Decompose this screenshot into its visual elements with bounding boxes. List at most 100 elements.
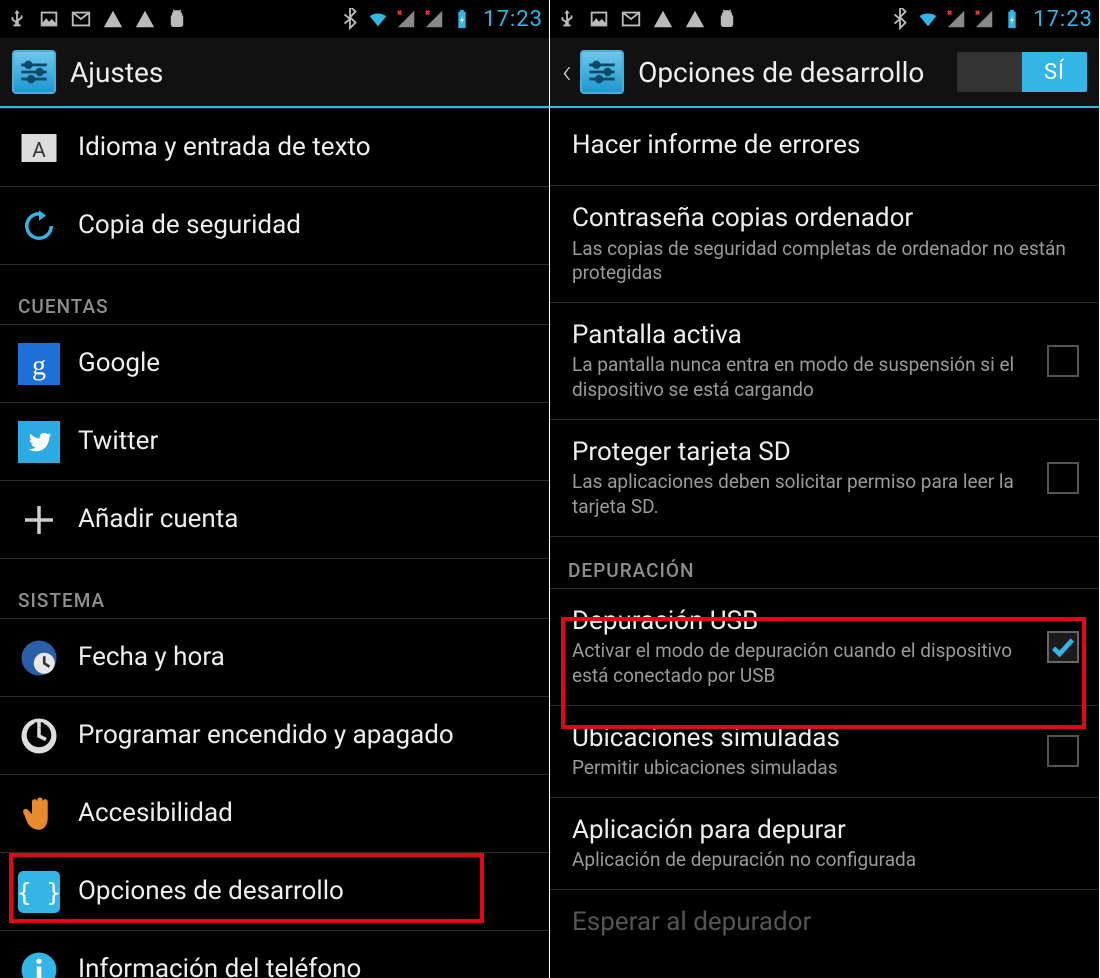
section-accounts: CUENTAS	[0, 265, 549, 325]
row-label: Información del teléfono	[78, 953, 361, 978]
wifi-icon	[367, 8, 389, 30]
android-icon	[716, 8, 738, 30]
clock: 17:23	[1033, 7, 1093, 32]
warning-icon	[102, 8, 124, 30]
row-backup-password[interactable]: Contraseña copias ordenador Las copias d…	[550, 186, 1099, 303]
row-label: Programar encendido y apagado	[78, 719, 454, 753]
section-debug: DEPURACIÓN	[550, 537, 1099, 589]
svg-text:{ }: { }	[18, 877, 60, 906]
row-bug-report[interactable]: Hacer informe de errores	[550, 108, 1099, 186]
braces-icon: { }	[18, 871, 60, 913]
row-google[interactable]: g Google	[0, 325, 549, 403]
info-icon	[18, 949, 60, 978]
clock: 17:23	[483, 7, 543, 32]
phone-left: 17:23 Ajustes A Idioma y entrada de text…	[0, 0, 550, 978]
row-title: Proteger tarjeta SD	[572, 436, 1035, 469]
row-title: Pantalla activa	[572, 319, 1035, 352]
settings-app-icon[interactable]	[580, 50, 624, 94]
row-title: Ubicaciones simuladas	[572, 722, 1035, 755]
row-subtitle: Permitir ubicaciones simuladas	[572, 756, 1035, 781]
wifi-icon	[917, 8, 939, 30]
row-subtitle: La pantalla nunca entra en modo de suspe…	[572, 353, 1035, 402]
row-title: Contraseña copias ordenador	[572, 202, 1079, 235]
status-bar: 17:23	[0, 0, 549, 38]
image-icon	[38, 8, 60, 30]
row-label: Google	[78, 347, 160, 381]
row-phone-info[interactable]: Información del teléfono	[0, 931, 549, 978]
twitter-icon	[18, 421, 60, 463]
row-dev-options[interactable]: { } Opciones de desarrollo	[0, 853, 549, 931]
signal-no-sim-icon	[395, 8, 417, 30]
row-stay-awake[interactable]: Pantalla activa La pantalla nunca entra …	[550, 303, 1099, 420]
usb-icon	[556, 8, 578, 30]
section-system: SISTEMA	[0, 559, 549, 619]
row-add-account[interactable]: Añadir cuenta	[0, 481, 549, 559]
row-label: Opciones de desarrollo	[78, 875, 344, 909]
google-icon: g	[18, 343, 60, 385]
phone-right: 17:23 ‹ Opciones de desarrollo SÍ Hacer …	[550, 0, 1100, 978]
bluetooth-icon	[889, 8, 911, 30]
keyboard-icon: A	[18, 127, 60, 169]
page-title: Ajustes	[70, 56, 537, 89]
row-subtitle: Activar el modo de depuración cuando el …	[572, 639, 1035, 688]
checkbox[interactable]	[1047, 735, 1079, 767]
back-icon[interactable]: ‹	[562, 55, 572, 89]
svg-text:A: A	[32, 138, 46, 162]
row-backup[interactable]: Copia de seguridad	[0, 187, 549, 265]
row-subtitle: Aplicación de depuración no configurada	[572, 848, 1079, 873]
checkbox[interactable]	[1047, 462, 1079, 494]
action-bar-settings: Ajustes	[0, 38, 549, 108]
row-title: Hacer informe de errores	[572, 129, 1079, 162]
row-twitter[interactable]: Twitter	[0, 403, 549, 481]
row-label: Añadir cuenta	[78, 503, 238, 537]
master-toggle[interactable]: SÍ	[957, 52, 1087, 92]
row-label: Accesibilidad	[78, 797, 233, 831]
row-label: Idioma y entrada de texto	[78, 131, 371, 165]
clock-globe-icon	[18, 637, 60, 679]
row-usb-debugging[interactable]: Depuración USB Activar el modo de depura…	[550, 589, 1099, 706]
row-language-input[interactable]: A Idioma y entrada de texto	[0, 109, 549, 187]
toggle-off-half	[957, 52, 1022, 92]
status-left-icons	[6, 8, 188, 30]
warning-icon	[652, 8, 674, 30]
row-title: Depuración USB	[572, 605, 1035, 638]
status-right-icons: 17:23	[889, 7, 1093, 32]
bluetooth-icon	[339, 8, 361, 30]
warning-icon	[134, 8, 156, 30]
row-mock-locations[interactable]: Ubicaciones simuladas Permitir ubicacion…	[550, 706, 1099, 798]
battery-charging-icon	[1001, 8, 1023, 30]
svg-text:g: g	[32, 350, 46, 381]
signal-no-sim-icon	[423, 8, 445, 30]
image-icon	[588, 8, 610, 30]
backup-icon	[18, 205, 60, 247]
signal-no-sim-icon	[945, 8, 967, 30]
row-date-time[interactable]: Fecha y hora	[0, 619, 549, 697]
mail-icon	[70, 8, 92, 30]
row-label: Copia de seguridad	[78, 209, 301, 243]
usb-icon	[6, 8, 28, 30]
dev-options-list[interactable]: Hacer informe de errores Contraseña copi…	[550, 108, 1099, 956]
battery-charging-icon	[451, 8, 473, 30]
row-protect-sd[interactable]: Proteger tarjeta SD Las aplicaciones deb…	[550, 420, 1099, 537]
status-bar: 17:23	[550, 0, 1099, 38]
power-clock-icon	[18, 715, 60, 757]
action-bar-dev-options: ‹ Opciones de desarrollo SÍ	[550, 38, 1099, 108]
row-power-schedule[interactable]: Programar encendido y apagado	[0, 697, 549, 775]
plus-icon	[18, 499, 60, 541]
row-subtitle: Las copias de seguridad completas de ord…	[572, 237, 1079, 286]
checkbox[interactable]	[1047, 345, 1079, 377]
status-left-icons	[556, 8, 738, 30]
row-title: Aplicación para depurar	[572, 814, 1079, 847]
settings-list[interactable]: A Idioma y entrada de texto Copia de seg…	[0, 108, 549, 978]
row-wait-debugger: Esperar al depurador	[550, 890, 1099, 957]
android-icon	[166, 8, 188, 30]
row-accessibility[interactable]: Accesibilidad	[0, 775, 549, 853]
row-debug-app[interactable]: Aplicación para depurar Aplicación de de…	[550, 798, 1099, 890]
row-title: Esperar al depurador	[572, 906, 1079, 939]
warning-icon	[684, 8, 706, 30]
checkbox-checked[interactable]	[1047, 631, 1079, 663]
signal-no-sim-icon	[973, 8, 995, 30]
row-subtitle: Las aplicaciones deben solicitar permiso…	[572, 470, 1035, 519]
toggle-on-half: SÍ	[1022, 52, 1087, 92]
status-right-icons: 17:23	[339, 7, 543, 32]
